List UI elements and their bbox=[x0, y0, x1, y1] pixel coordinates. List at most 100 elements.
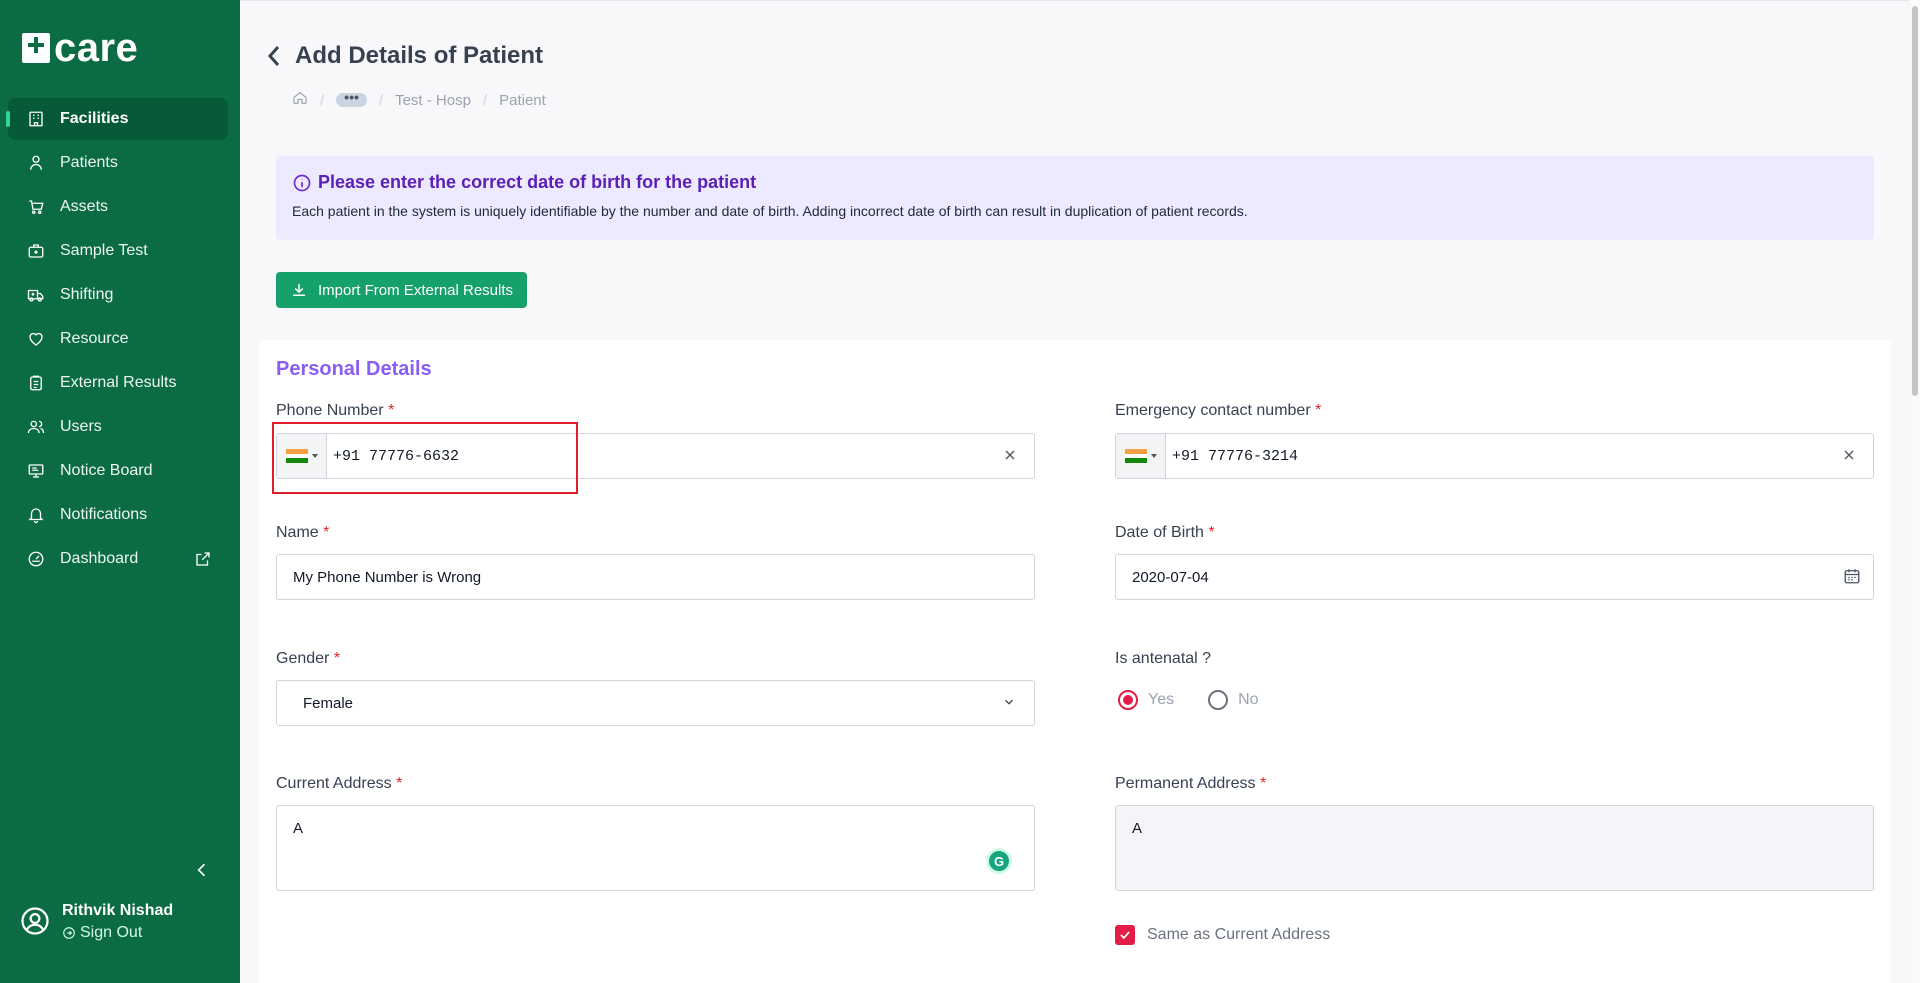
sidebar-item-users[interactable]: Users bbox=[8, 406, 228, 448]
caret-down-icon bbox=[1150, 454, 1157, 458]
antenatal-label: Is antenatal ? bbox=[1115, 650, 1212, 667]
emergency-contact-label: Emergency contact number * bbox=[1115, 402, 1321, 420]
section-title: Personal Details bbox=[276, 358, 432, 380]
check-icon bbox=[1120, 931, 1130, 940]
phone-number-field: +91 77776-6632 bbox=[276, 433, 1035, 479]
current-address-label-text: Current Address bbox=[276, 775, 392, 792]
back-button[interactable] bbox=[264, 42, 284, 70]
top-border bbox=[240, 0, 1920, 4]
page-title: Add Details of Patient bbox=[295, 42, 544, 69]
sidebar: care Facilities Patients Assets Sample T… bbox=[0, 0, 240, 983]
page-scrollbar[interactable] bbox=[1910, 0, 1920, 983]
dob-label: Date of Birth * bbox=[1115, 524, 1215, 542]
user-name: Rithvik Nishad bbox=[62, 902, 174, 919]
clear-phone-button[interactable] bbox=[1002, 447, 1020, 465]
sidebar-item-assets[interactable]: Assets bbox=[8, 186, 228, 228]
import-button-label: Import From External Results bbox=[317, 281, 514, 299]
antenatal-yes-radio[interactable] bbox=[1118, 690, 1138, 710]
info-icon bbox=[293, 174, 311, 191]
sidebar-item-label: Notice Board bbox=[60, 462, 153, 479]
required-mark: * bbox=[323, 524, 330, 541]
gender-label: Gender * bbox=[276, 650, 340, 668]
breadcrumb-more-button[interactable]: ••• bbox=[336, 90, 367, 107]
home-icon[interactable] bbox=[292, 90, 308, 110]
clipboard-icon bbox=[26, 373, 46, 393]
hospital-logo-icon bbox=[22, 33, 50, 63]
sidebar-item-label: Resource bbox=[60, 330, 129, 347]
gender-select[interactable]: Female bbox=[276, 680, 1035, 726]
sign-out-button[interactable]: Sign Out bbox=[62, 924, 173, 942]
gender-value: Female bbox=[303, 694, 354, 712]
country-code-select[interactable] bbox=[277, 434, 327, 478]
sidebar-item-sample-test[interactable]: Sample Test bbox=[8, 230, 228, 272]
sidebar-item-patients[interactable]: Patients bbox=[8, 142, 228, 184]
antenatal-no-radio[interactable] bbox=[1208, 690, 1229, 710]
name-value: My Phone Number is Wrong bbox=[293, 568, 482, 586]
grammarly-icon[interactable]: G bbox=[986, 848, 1012, 874]
notice-title-row: Please enter the correct date of birth f… bbox=[292, 172, 1858, 193]
scrollbar-thumb[interactable] bbox=[1912, 6, 1918, 396]
name-label-text: Name bbox=[276, 524, 319, 541]
breadcrumb: / ••• / Test - Hosp / Patient bbox=[292, 90, 546, 110]
ambulance-icon bbox=[26, 285, 46, 305]
same-as-current-label: Same as Current Address bbox=[1147, 926, 1331, 943]
sidebar-item-label: Patients bbox=[60, 154, 118, 171]
required-mark: * bbox=[333, 650, 341, 667]
bell-icon bbox=[26, 505, 46, 525]
sidebar-item-resource[interactable]: Resource bbox=[8, 318, 228, 360]
sidebar-item-facilities[interactable]: Facilities bbox=[6, 98, 228, 140]
breadcrumb-separator: / bbox=[378, 91, 384, 109]
sidebar-item-label: Shifting bbox=[60, 286, 114, 303]
care-logo[interactable]: care bbox=[22, 28, 138, 68]
sidebar-item-label: Dashboard bbox=[60, 550, 139, 567]
sidebar-nav: Facilities Patients Assets Sample Test S… bbox=[6, 98, 228, 582]
same-as-current-row: Same as Current Address bbox=[1115, 925, 1330, 945]
country-code-select[interactable] bbox=[1116, 434, 1166, 478]
notice-description: Each patient in the system is uniquely i… bbox=[292, 203, 1248, 219]
breadcrumb-separator: / bbox=[320, 91, 325, 109]
dob-value: 2020-07-04 bbox=[1132, 568, 1209, 586]
permanent-address-label: Permanent Address * bbox=[1115, 775, 1266, 793]
sidebar-item-notice-board[interactable]: Notice Board bbox=[8, 450, 228, 492]
chevron-down-icon bbox=[1002, 695, 1016, 709]
required-mark: * bbox=[1208, 524, 1215, 541]
gender-label-text: Gender bbox=[276, 650, 330, 667]
dob-input[interactable]: 2020-07-04 bbox=[1115, 554, 1874, 600]
antenatal-radio-group: Yes No bbox=[1118, 690, 1259, 710]
required-mark: * bbox=[1259, 775, 1267, 792]
medkit-icon bbox=[26, 241, 46, 261]
sidebar-item-external-results[interactable]: External Results bbox=[8, 362, 228, 404]
india-flag-icon bbox=[285, 449, 308, 464]
logo-text: care bbox=[54, 26, 139, 70]
sidebar-item-notifications[interactable]: Notifications bbox=[8, 494, 228, 536]
caret-down-icon bbox=[311, 454, 318, 458]
breadcrumb-item-patient[interactable]: Patient bbox=[499, 92, 546, 109]
permanent-address-textarea[interactable]: A bbox=[1115, 805, 1874, 891]
breadcrumb-item-facility[interactable]: Test - Hosp bbox=[395, 92, 471, 109]
user-avatar-icon bbox=[20, 902, 50, 941]
notice-title: Please enter the correct date of birth f… bbox=[318, 172, 757, 192]
users-icon bbox=[26, 417, 46, 437]
external-link-icon bbox=[194, 550, 212, 568]
emergency-contact-field: +91 77776-3214 bbox=[1115, 433, 1874, 479]
clear-emergency-button[interactable] bbox=[1841, 447, 1859, 465]
sign-out-icon bbox=[63, 927, 75, 939]
same-as-current-checkbox[interactable] bbox=[1115, 925, 1135, 945]
antenatal-no-label: No bbox=[1238, 691, 1259, 708]
current-address-label: Current Address * bbox=[276, 775, 402, 793]
name-input[interactable]: My Phone Number is Wrong bbox=[276, 554, 1035, 600]
emergency-contact-input[interactable]: +91 77776-3214 bbox=[1172, 448, 1298, 465]
current-address-textarea[interactable]: A bbox=[276, 805, 1035, 891]
phone-number-label: Phone Number * bbox=[276, 402, 394, 420]
calendar-icon[interactable] bbox=[1843, 567, 1863, 587]
antenatal-yes-label: Yes bbox=[1148, 691, 1175, 708]
sidebar-item-label: Users bbox=[60, 418, 102, 435]
import-external-results-button[interactable]: Import From External Results bbox=[276, 272, 527, 308]
dashboard-icon bbox=[26, 549, 46, 569]
collapse-sidebar-button[interactable] bbox=[192, 860, 216, 884]
close-icon bbox=[1005, 450, 1015, 460]
sidebar-item-shifting[interactable]: Shifting bbox=[8, 274, 228, 316]
phone-number-input[interactable]: +91 77776-6632 bbox=[333, 448, 459, 465]
sidebar-item-dashboard[interactable]: Dashboard bbox=[8, 538, 228, 580]
india-flag-icon bbox=[1124, 449, 1147, 464]
